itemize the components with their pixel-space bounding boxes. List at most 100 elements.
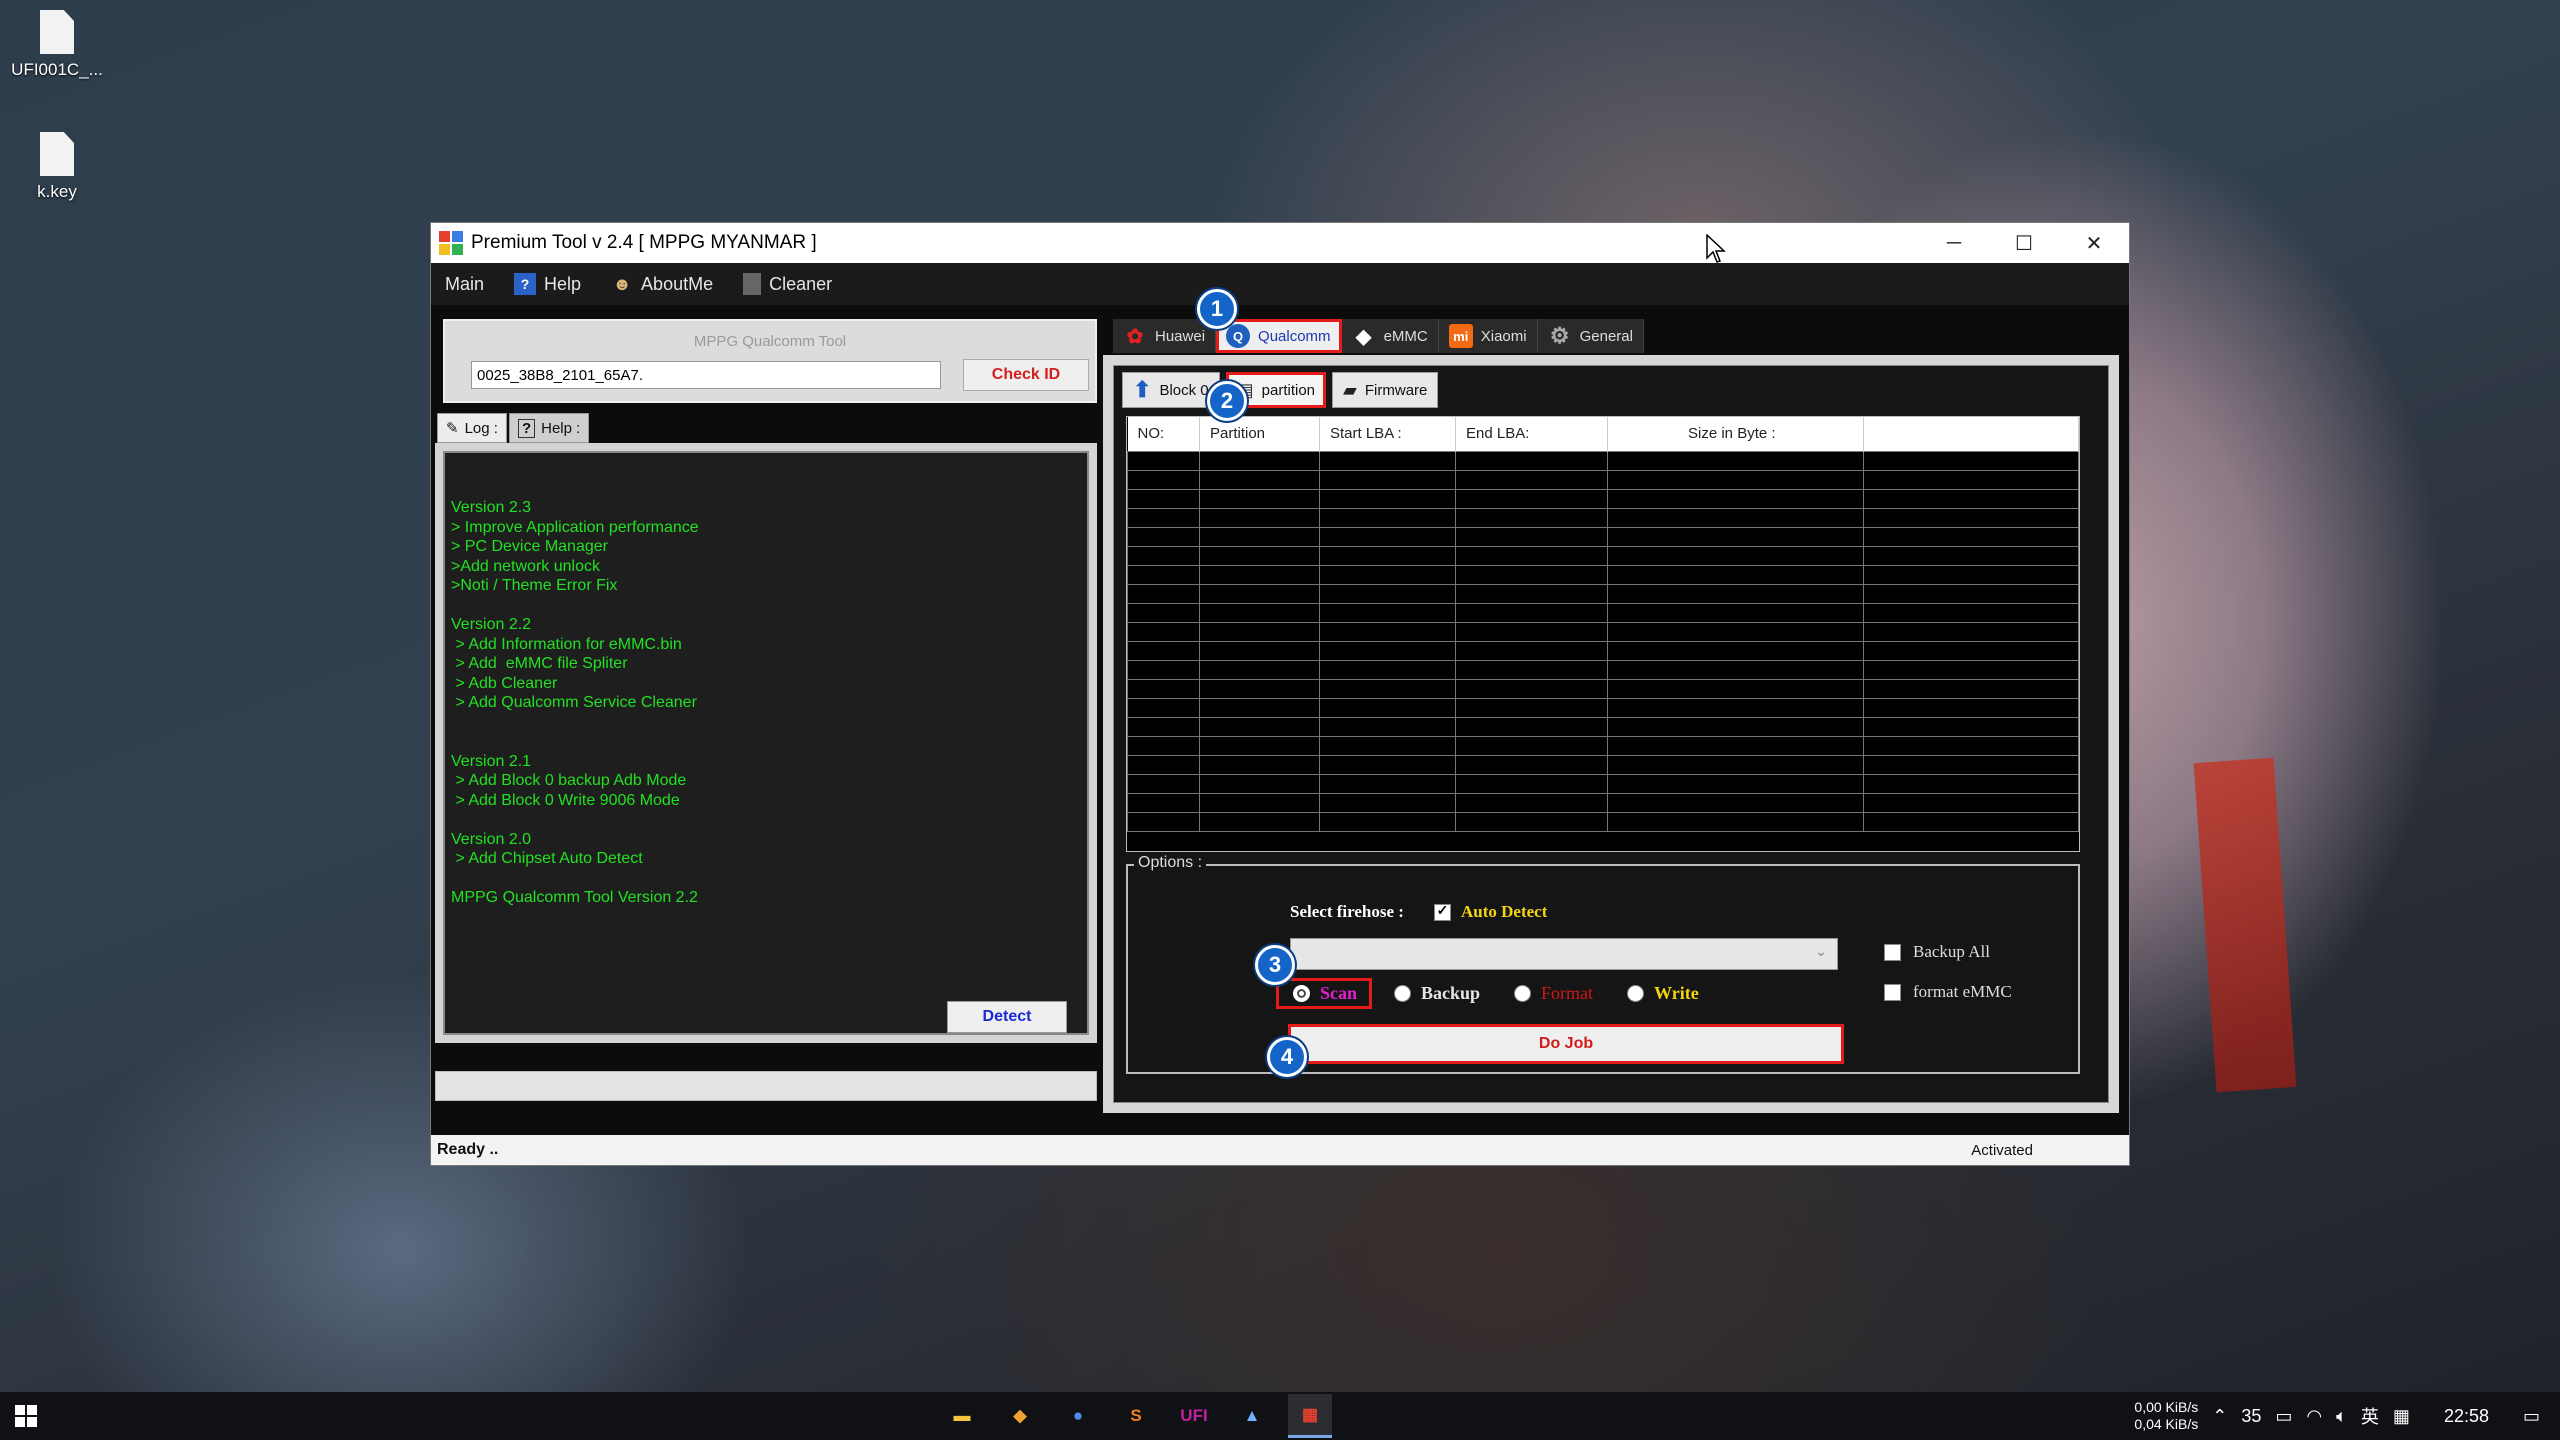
radio-format[interactable]: Format bbox=[1514, 983, 1593, 1004]
table-row[interactable] bbox=[1127, 564, 2079, 585]
detect-button[interactable]: Detect bbox=[947, 1001, 1067, 1033]
table-cell bbox=[1863, 583, 2079, 604]
notification-icon[interactable]: ▭ bbox=[2523, 1406, 2540, 1427]
do-job-button[interactable]: Do Job bbox=[1288, 1024, 1844, 1064]
table-cell bbox=[1199, 697, 1320, 718]
upload-icon: ⬆ bbox=[1133, 377, 1152, 402]
backup-all-checkbox[interactable]: Backup All bbox=[1884, 942, 2012, 962]
device-id-input[interactable] bbox=[471, 361, 941, 389]
menu-aboutme-label: AboutMe bbox=[641, 273, 714, 294]
table-row[interactable] bbox=[1127, 754, 2079, 775]
tab-huawei-label: Huawei bbox=[1155, 327, 1206, 345]
menu-aboutme[interactable]: ☻ AboutMe bbox=[611, 273, 714, 295]
close-button[interactable]: ✕ bbox=[2059, 223, 2129, 263]
table-cell bbox=[1319, 507, 1456, 528]
tab-firmware[interactable]: ▰ Firmware bbox=[1332, 372, 1439, 408]
git-app-icon[interactable]: ◆ bbox=[998, 1394, 1042, 1438]
table-row[interactable] bbox=[1127, 450, 2079, 471]
ime-indicator[interactable]: 英 bbox=[2361, 1403, 2379, 1429]
gear-icon: ⚙ bbox=[1549, 323, 1570, 348]
keyboard-icon[interactable]: ▦ bbox=[2393, 1406, 2410, 1427]
col-end-lba[interactable]: End LBA: bbox=[1455, 417, 1608, 451]
premium-tool-icon[interactable]: ▦ bbox=[1288, 1394, 1332, 1438]
system-tray: 0,00 KiB/s 0,04 KiB/s ⌃ 35 ▭ ◠ 🔈︎ 英 ▦ 22… bbox=[2134, 1392, 2560, 1440]
table-row[interactable] bbox=[1127, 735, 2079, 756]
maximize-button[interactable]: ☐ bbox=[1989, 223, 2059, 263]
menu-main[interactable]: Main bbox=[445, 274, 484, 295]
table-row[interactable] bbox=[1127, 583, 2079, 604]
auto-detect-checkbox[interactable]: ✓ Auto Detect bbox=[1434, 902, 1547, 922]
app-logo-icon bbox=[439, 231, 463, 255]
table-row[interactable] bbox=[1127, 621, 2079, 642]
tab-log[interactable]: ✎ Log : bbox=[437, 413, 507, 443]
menu-help[interactable]: ? Help bbox=[514, 273, 581, 295]
table-row[interactable] bbox=[1127, 811, 2079, 832]
col-start-lba[interactable]: Start LBA : bbox=[1319, 417, 1456, 451]
table-row[interactable] bbox=[1127, 469, 2079, 490]
table-cell bbox=[1127, 678, 1200, 699]
mouse-cursor-icon bbox=[1706, 234, 1726, 263]
table-row[interactable] bbox=[1127, 640, 2079, 661]
col-size[interactable]: Size in Byte : bbox=[1607, 417, 1864, 451]
tab-qualcomm[interactable]: Q Qualcomm bbox=[1216, 319, 1342, 353]
tab-help[interactable]: ? Help : bbox=[508, 413, 590, 443]
wifi-icon[interactable]: ◠ bbox=[2306, 1406, 2322, 1427]
tab-general[interactable]: ⚙ General bbox=[1537, 319, 1644, 353]
table-cell bbox=[1607, 716, 1864, 737]
log-line: > PC Device Manager bbox=[451, 538, 608, 555]
format-emmc-checkbox[interactable]: format eMMC bbox=[1884, 982, 2012, 1002]
file-explorer-icon[interactable]: ▬ bbox=[940, 1394, 984, 1438]
desktop-icon-kkey[interactable]: k.key bbox=[2, 132, 112, 202]
table-row[interactable] bbox=[1127, 488, 2079, 509]
table-row[interactable] bbox=[1127, 697, 2079, 718]
chrome-icon[interactable]: ● bbox=[1056, 1394, 1100, 1438]
firehose-select[interactable]: ⌄ bbox=[1290, 938, 1838, 970]
tab-xiaomi[interactable]: mi Xiaomi bbox=[1438, 319, 1538, 353]
table-row[interactable] bbox=[1127, 773, 2079, 794]
ufi-icon[interactable]: UFI bbox=[1172, 1394, 1216, 1438]
extra-options: Backup All format eMMC bbox=[1884, 942, 2012, 1002]
menu-cleaner[interactable]: Cleaner bbox=[743, 273, 832, 295]
table-row[interactable] bbox=[1127, 716, 2079, 737]
minimize-button[interactable]: ─ bbox=[1919, 223, 1989, 263]
table-row[interactable] bbox=[1127, 659, 2079, 680]
title-bar[interactable]: Premium Tool v 2.4 [ MPPG MYANMAR ] ─ ☐ … bbox=[431, 223, 2129, 263]
table-cell bbox=[1127, 545, 1200, 566]
table-cell bbox=[1455, 488, 1608, 509]
chip-icon: ◆ bbox=[1355, 325, 1372, 348]
table-cell bbox=[1607, 526, 1864, 547]
log-output[interactable]: Version 2.3 > Improve Application perform… bbox=[443, 451, 1089, 1035]
col-partition[interactable]: Partition bbox=[1199, 417, 1320, 451]
log-line: > Add Block 0 backup Adb Mode bbox=[451, 772, 687, 789]
table-row[interactable] bbox=[1127, 507, 2079, 528]
tab-huawei[interactable]: ✿ Huawei bbox=[1113, 319, 1217, 353]
table-row[interactable] bbox=[1127, 678, 2079, 699]
volume-icon[interactable]: 🔈︎ bbox=[2336, 1406, 2347, 1427]
chevron-up-icon[interactable]: ⌃ bbox=[2212, 1406, 2227, 1427]
tab-block0[interactable]: ⬆ Block 0 bbox=[1122, 372, 1220, 408]
table-row[interactable] bbox=[1127, 526, 2079, 547]
log-line: Version 2.0 bbox=[451, 830, 532, 848]
log-line: > Add Qualcomm Service Cleaner bbox=[451, 694, 697, 711]
table-row[interactable] bbox=[1127, 602, 2079, 623]
sublime-icon[interactable]: S bbox=[1114, 1394, 1158, 1438]
table-row[interactable] bbox=[1127, 545, 2079, 566]
tab-block0-label: Block 0 bbox=[1159, 381, 1209, 399]
desktop-icon-ufi[interactable]: UFI001C_... bbox=[2, 10, 112, 80]
sub-tabs: ⬆ Block 0 ▤ partition ▰ Firmware bbox=[1122, 372, 1439, 408]
table-cell bbox=[1863, 450, 2079, 471]
start-button[interactable] bbox=[0, 1392, 52, 1440]
table-row[interactable] bbox=[1127, 792, 2079, 813]
check-id-button[interactable]: Check ID bbox=[963, 359, 1089, 391]
photos-icon[interactable]: ▲ bbox=[1230, 1394, 1274, 1438]
battery-icon[interactable]: ▭ bbox=[2275, 1406, 2292, 1427]
clock[interactable]: 22:58 bbox=[2444, 1406, 2489, 1427]
radio-backup[interactable]: Backup bbox=[1394, 983, 1480, 1004]
partition-table[interactable]: NO: Partition Start LBA : End LBA: Size … bbox=[1126, 416, 2080, 852]
radio-write[interactable]: Write bbox=[1627, 983, 1699, 1004]
radio-scan[interactable]: Scan bbox=[1293, 983, 1357, 1004]
tab-emmc[interactable]: ◆ eMMC bbox=[1341, 319, 1439, 353]
table-cell bbox=[1127, 659, 1200, 680]
col-no[interactable]: NO: bbox=[1127, 417, 1200, 451]
